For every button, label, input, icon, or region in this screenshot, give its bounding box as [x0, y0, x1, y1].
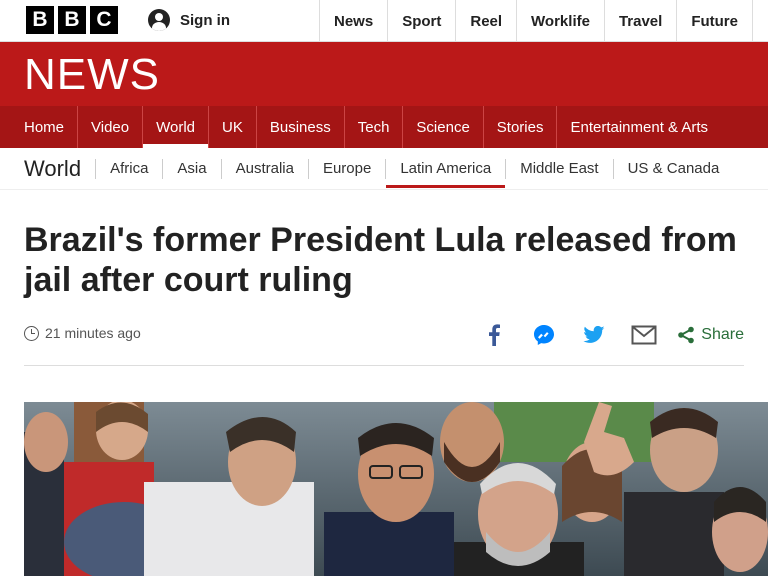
logo-letter-b2: B	[58, 6, 86, 34]
crowd-photo-illustration	[24, 402, 768, 576]
sign-in-link[interactable]: Sign in	[148, 9, 230, 31]
top-bar: B B C Sign in News Sport Reel Worklife T…	[0, 0, 768, 42]
user-icon	[148, 9, 170, 31]
sub-nav-middle-east[interactable]: Middle East	[505, 158, 612, 179]
top-nav-sport[interactable]: Sport	[387, 0, 455, 42]
sub-nav-heading[interactable]: World	[0, 156, 95, 182]
sign-in-label: Sign in	[180, 11, 230, 29]
section-nav: Home Video World UK Business Tech Scienc…	[0, 106, 768, 148]
section-nav-stories[interactable]: Stories	[482, 106, 557, 148]
sub-nav-europe[interactable]: Europe	[307, 158, 385, 179]
sub-nav-africa[interactable]: Africa	[95, 158, 162, 179]
sub-nav-australia[interactable]: Australia	[220, 158, 308, 179]
share-tools: Share	[469, 323, 744, 347]
meta-divider	[24, 365, 744, 366]
section-nav-world[interactable]: World	[142, 106, 208, 148]
top-nav-travel[interactable]: Travel	[603, 0, 676, 42]
article-headline: Brazil's former President Lula released …	[24, 221, 737, 299]
twitter-icon[interactable]	[569, 323, 619, 347]
top-nav-more[interactable]: M	[752, 0, 768, 42]
section-nav-tech[interactable]: Tech	[343, 106, 403, 148]
facebook-icon[interactable]	[469, 323, 519, 347]
news-wordmark[interactable]: NEWS	[24, 50, 160, 100]
top-nav-reel[interactable]: Reel	[455, 0, 516, 42]
timestamp-text: 21 minutes ago	[45, 325, 141, 341]
article-meta: 21 minutes ago Share	[24, 323, 744, 347]
top-nav: News Sport Reel Worklife Travel Future M	[319, 0, 768, 42]
section-nav-video[interactable]: Video	[77, 106, 142, 148]
world-sub-nav: World Africa Asia Australia Europe Latin…	[0, 148, 768, 190]
sub-nav-asia[interactable]: Asia	[162, 158, 220, 179]
top-nav-worklife[interactable]: Worklife	[516, 0, 604, 42]
section-nav-home[interactable]: Home	[0, 106, 77, 148]
sub-nav-latin-america[interactable]: Latin America	[385, 158, 506, 188]
share-icon	[678, 326, 695, 344]
section-nav-science[interactable]: Science	[402, 106, 482, 148]
logo-letter-b1: B	[26, 6, 54, 34]
top-nav-news[interactable]: News	[319, 0, 387, 42]
logo-letter-c: C	[90, 6, 118, 34]
share-label: Share	[701, 326, 744, 343]
article-photo	[24, 402, 768, 576]
share-button[interactable]: Share	[677, 326, 744, 344]
bbc-logo[interactable]: B B C	[26, 6, 118, 34]
clock-icon	[24, 325, 39, 341]
sub-nav-us-canada[interactable]: US & Canada	[612, 158, 734, 179]
article-timestamp: 21 minutes ago	[24, 325, 141, 341]
messenger-icon[interactable]	[519, 323, 569, 347]
section-nav-business[interactable]: Business	[255, 106, 344, 148]
section-nav-entertainment[interactable]: Entertainment & Arts	[556, 106, 721, 148]
email-icon[interactable]	[619, 323, 669, 347]
news-banner: NEWS	[0, 42, 768, 106]
section-nav-uk[interactable]: UK	[208, 106, 256, 148]
top-nav-future[interactable]: Future	[676, 0, 752, 42]
